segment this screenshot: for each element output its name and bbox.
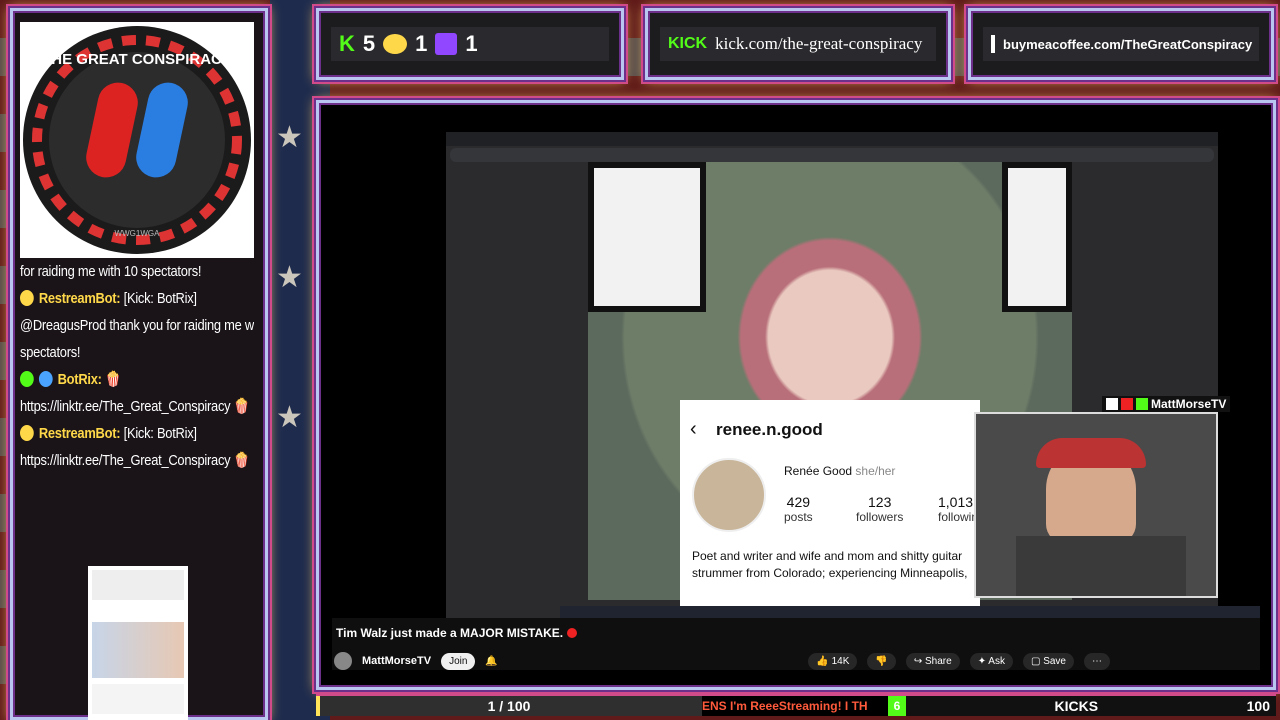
twitch-icon	[435, 33, 458, 55]
rumble-icon	[383, 34, 408, 54]
tweet-thumbnail	[88, 566, 188, 720]
popcorn-icon: 🍿	[105, 371, 121, 388]
chat-line: https://linktr.ee/The_Great_Conspiracy 🍿	[20, 452, 250, 469]
more-button[interactable]: ⋯	[1084, 652, 1110, 670]
join-button[interactable]: Join	[441, 652, 476, 670]
restream-badge-icon	[20, 290, 34, 306]
rumble-icon	[1136, 398, 1148, 410]
kick-link-bar: KICK kick.com/the-great-conspiracy	[645, 8, 951, 80]
save-button[interactable]: ▢ Save	[1022, 652, 1074, 670]
pip-channel-label: MattMorseTV	[1102, 396, 1231, 412]
cap-icon	[1036, 438, 1146, 468]
bell-icon[interactable]: 🔔	[485, 656, 497, 667]
kicks-goal: 6 KICKS 100	[888, 696, 1276, 716]
rumble-count: 1	[415, 31, 428, 56]
instagram-profile-card: ‹ renee.n.good Renée Good she/her 429 pos…	[680, 400, 980, 610]
goal-progress-fill	[316, 696, 320, 716]
coffee-cup-icon	[991, 35, 995, 53]
popcorn-icon: 🍿	[233, 398, 250, 415]
video-actions: MattMorseTV Join 🔔 👍 14K 👎 ↪ Share ✦ Ask…	[332, 650, 1260, 670]
kicks-target: 100	[1246, 698, 1270, 714]
chat-line: spectators!	[20, 344, 81, 361]
wall-picture	[1002, 162, 1072, 312]
youtube-icon	[1121, 398, 1133, 410]
chat-line: https://linktr.ee/The_Great_Conspiracy 🍿	[20, 398, 250, 415]
youtube-player: ‹ renee.n.good Renée Good she/her 429 pos…	[332, 118, 1260, 670]
x-icon	[1106, 398, 1118, 410]
share-button[interactable]: ↪ Share	[905, 652, 960, 670]
star-icon: ★	[276, 401, 303, 434]
taskbar	[560, 606, 1260, 618]
like-button[interactable]: 👍 14K	[808, 652, 858, 670]
goal-bar: 1 / 100 ENS I'm ReeeStreaming! I TH 6 KI…	[316, 694, 1276, 716]
kick-logo: KICK	[668, 35, 708, 52]
kick-icon: K	[339, 31, 355, 56]
channel-name[interactable]: MattMorseTV	[362, 655, 431, 667]
mod-badge-icon	[38, 371, 53, 387]
red-circle-icon	[566, 628, 577, 638]
profile-bio: Poet and writer and wife and mom and shi…	[692, 549, 968, 580]
star-icon: ★	[276, 121, 303, 154]
logo-title: THE GREAT CONSPIRACY	[42, 51, 232, 68]
restream-badge-icon	[20, 425, 34, 441]
pip-webcam	[974, 412, 1218, 598]
video-area[interactable]: ‹ renee.n.good Renée Good she/her 429 pos…	[332, 118, 1260, 618]
dislike-button[interactable]: 👎	[867, 652, 896, 670]
chat-feed: for raiding me with 10 spectators! Restr…	[20, 258, 254, 568]
popcorn-icon: 🍿	[233, 452, 250, 469]
posts-stat: 429 posts	[784, 494, 813, 524]
ask-button[interactable]: ✦ Ask	[969, 652, 1013, 670]
video-title: Tim Walz just made a MAJOR MISTAKE.	[336, 626, 577, 640]
chat-line: for raiding me with 10 spectators!	[20, 263, 202, 280]
ticker-text: ENS I'm ReeeStreaming! I TH	[702, 699, 868, 713]
kick-badge-icon	[20, 371, 34, 387]
kick-count: 5	[362, 31, 376, 56]
back-arrow-icon: ‹	[690, 418, 697, 440]
chat-line: RestreamBot: [Kick: BotRix]	[20, 285, 221, 312]
twitch-count: 1	[465, 31, 478, 56]
kicks-count: 6	[888, 696, 906, 716]
bmac-url[interactable]: buymeacoffee.com/TheGreatConspiracy	[1003, 37, 1252, 52]
profile-handle: renee.n.good	[716, 420, 823, 439]
logo-motto: WWG1WGA	[115, 229, 161, 238]
sub-goal: 1 / 100	[316, 696, 702, 716]
profile-name: Renée Good she/her	[784, 464, 896, 478]
platform-counters: K 5 1 1	[316, 8, 624, 80]
profile-avatar	[692, 458, 766, 532]
kick-url[interactable]: kick.com/the-great-conspiracy	[715, 34, 922, 54]
wall-picture	[588, 162, 706, 312]
followers-stat: 123 followers	[856, 494, 904, 524]
chat-line: BotRix: 🍿	[20, 366, 221, 393]
bmac-link-bar: buymeacoffee.com/TheGreatConspiracy	[968, 8, 1274, 80]
channel-logo: THE GREAT CONSPIRACY WWG1WGA	[20, 22, 254, 258]
star-icon: ★	[276, 261, 303, 294]
channel-avatar[interactable]	[334, 652, 352, 670]
chat-line: @DreagusProd thank you for raiding me wi…	[20, 317, 254, 334]
chat-line: RestreamBot: [Kick: BotRix]	[20, 420, 221, 447]
kicks-label: KICKS	[1054, 698, 1099, 714]
